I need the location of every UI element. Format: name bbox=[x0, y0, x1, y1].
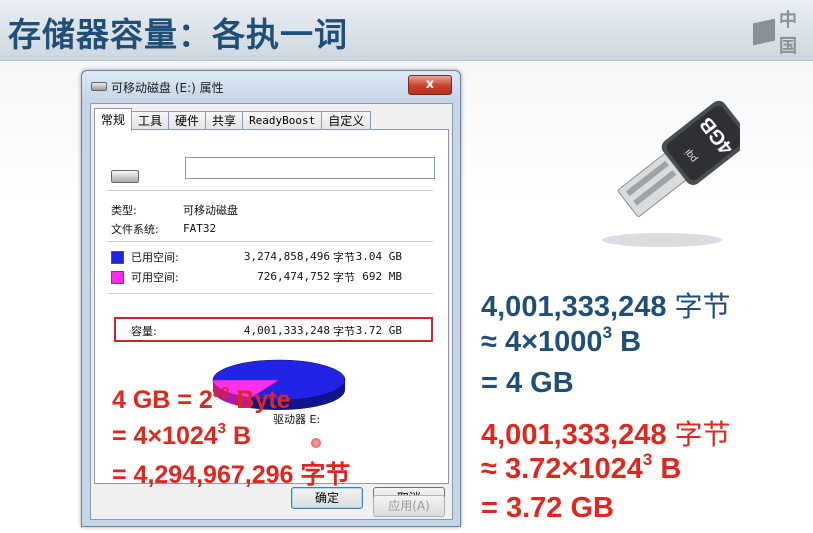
volume-name-input[interactable] bbox=[185, 157, 435, 179]
annotation-right-line5: ≈ 3.72×10243 B bbox=[481, 450, 682, 485]
tab-strip: 常规 工具 硬件 共享 ReadyBoost 自定义 bbox=[94, 108, 372, 131]
tab-tools[interactable]: 工具 bbox=[131, 111, 170, 130]
tab-customize[interactable]: 自定义 bbox=[321, 111, 372, 130]
cube-icon bbox=[753, 18, 775, 46]
divider bbox=[107, 293, 433, 294]
type-label: 类型: bbox=[111, 204, 137, 217]
slide-title: 存储器容量：各执一词 bbox=[8, 15, 348, 54]
usb-drive-icon bbox=[111, 170, 139, 183]
annotation-right-line4: 4,001,333,248 字节 bbox=[481, 418, 731, 451]
annotation-right-line2: ≈ 4×10003 B bbox=[481, 323, 642, 358]
dialog-titlebar[interactable]: 可移动磁盘 (E:) 属性 x bbox=[82, 71, 460, 103]
used-space-bytes: 3,274,858,496 bbox=[243, 250, 330, 263]
capacity-label: 容量: bbox=[131, 325, 157, 338]
tab-sharing[interactable]: 共享 bbox=[205, 111, 244, 130]
tab-hardware[interactable]: 硬件 bbox=[168, 111, 207, 130]
free-space-size: 692 MB bbox=[362, 270, 402, 283]
used-space-unit: 字节 bbox=[333, 251, 355, 264]
annotation-left-line3: = 4,294,967,296 字节 bbox=[112, 461, 351, 489]
close-button[interactable]: x bbox=[408, 75, 452, 95]
annotation-right-line1: 4,001,333,248 字节 bbox=[481, 290, 731, 323]
divider bbox=[107, 190, 433, 191]
capacity-bytes: 4,001,333,248 bbox=[243, 324, 330, 337]
annotation-right-line3: = 4 GB bbox=[481, 367, 574, 399]
apply-button[interactable]: 应用(A) bbox=[373, 495, 445, 517]
usb-stick-image: 4GB pqi bbox=[602, 100, 740, 247]
annotation-left-line2: = 4×10243 B bbox=[112, 420, 252, 450]
capacity-unit: 字节 bbox=[333, 325, 355, 338]
brand-text: 中国 bbox=[779, 10, 797, 57]
free-space-bytes: 726,474,752 bbox=[257, 270, 330, 283]
tab-readyboost[interactable]: ReadyBoost bbox=[242, 111, 323, 130]
free-space-swatch bbox=[111, 271, 124, 284]
brand-logo: 中国 bbox=[753, 6, 813, 58]
type-value: 可移动磁盘 bbox=[183, 204, 238, 217]
divider bbox=[107, 241, 433, 242]
filesystem-value: FAT32 bbox=[183, 222, 217, 235]
tab-general[interactable]: 常规 bbox=[94, 108, 133, 131]
annotation-left-line1: 4 GB = 232 Byte bbox=[112, 384, 291, 414]
cursor-marker bbox=[311, 438, 321, 448]
slide-header: 存储器容量：各执一词 中国 bbox=[0, 0, 813, 61]
annotation-right-line6: = 3.72 GB bbox=[481, 492, 614, 524]
used-space-size: 3.04 GB bbox=[355, 250, 402, 263]
capacity-size: 3.72 GB bbox=[355, 324, 402, 337]
free-space-unit: 字节 bbox=[333, 271, 355, 284]
free-space-label: 可用空间: bbox=[131, 271, 179, 284]
used-space-label: 已用空间: bbox=[131, 251, 179, 264]
filesystem-label: 文件系统: bbox=[111, 223, 159, 236]
removable-disk-icon bbox=[91, 82, 107, 91]
used-space-swatch bbox=[111, 251, 124, 264]
dialog-title: 可移动磁盘 (E:) 属性 bbox=[111, 81, 224, 95]
